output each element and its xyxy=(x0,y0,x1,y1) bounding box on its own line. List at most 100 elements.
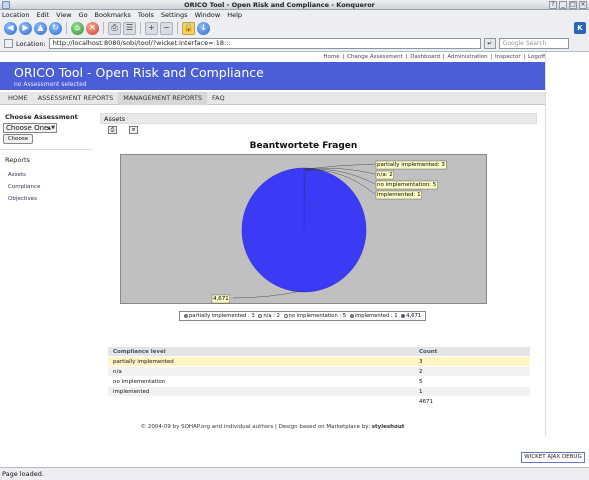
search-input[interactable]: Google Search xyxy=(498,38,569,49)
window-titlebar: ORICO Tool - Open Risk and Compliance - … xyxy=(0,0,589,10)
home-icon[interactable]: ⌂ xyxy=(71,21,84,35)
pie-svg: partially implemented: 3 n/a: 2 no impleme… xyxy=(211,160,447,304)
menu-edit[interactable]: Edit xyxy=(37,11,50,19)
topnav-home[interactable]: Home xyxy=(323,54,339,60)
help-window-button[interactable]: ? xyxy=(549,0,557,9)
footer-credit-link[interactable]: styleshout xyxy=(372,424,405,430)
menu-tools[interactable]: Tools xyxy=(138,11,154,19)
chart-legend: partially implemented : 3 n/a : 2 no imp… xyxy=(179,311,426,321)
stop-icon[interactable]: ✕ xyxy=(86,21,99,35)
pie-label-text: implemented: 1 xyxy=(377,192,421,198)
menu-location[interactable]: Location xyxy=(2,11,30,19)
zoom-out-icon[interactable]: − xyxy=(160,21,173,35)
table-cell: partially implemented xyxy=(113,359,174,365)
table-cell: no implementation xyxy=(113,379,166,385)
assessment-select-value: Choose One xyxy=(6,124,49,132)
window-title: ORICO Tool - Open Risk and Compliance - … xyxy=(184,0,375,9)
legend-swatch xyxy=(184,313,188,318)
table-row: n/a 2 xyxy=(108,367,530,377)
assessment-select[interactable]: Choose One ▲▼ xyxy=(3,123,57,133)
tab-management-reports[interactable]: MANAGEMENT REPORTS xyxy=(118,91,208,105)
menubar: Location Edit View Go Bookmarks Tools Se… xyxy=(0,10,589,20)
table-cell: implemented xyxy=(113,389,150,395)
select-arrows-icon: ▲▼ xyxy=(47,125,55,131)
topnav-change-assessment[interactable]: Change Assessment xyxy=(347,54,403,60)
minimize-window-button[interactable]: _ xyxy=(559,0,567,9)
topnav-separator: | xyxy=(490,54,493,60)
table-cell: 5 xyxy=(419,379,423,385)
legend-entry: n/a : 2 xyxy=(263,313,282,319)
pie-label: 4,671 xyxy=(211,290,303,304)
legend-entry: no implementation : 5 xyxy=(288,313,348,319)
status-text: Page loaded. xyxy=(2,470,44,478)
wicket-ajax-debug-button[interactable]: WICKET AJAX DEBUG xyxy=(521,452,585,463)
pie-label-text: 4,671 xyxy=(213,296,229,302)
menu-settings[interactable]: Settings xyxy=(161,11,188,19)
topnav-administration[interactable]: Administration xyxy=(447,54,487,60)
pie-label-text: partially implemented: 3 xyxy=(377,162,445,168)
print-icon[interactable]: ⎙ xyxy=(108,21,121,35)
sidebar-link-compliance[interactable]: Compliance xyxy=(8,184,92,190)
legend-swatch xyxy=(283,313,288,318)
page-viewport: Home | Change Assessment | Dashboard | A… xyxy=(0,52,589,468)
back-icon[interactable]: ◀ xyxy=(4,21,17,35)
topnav-logoff[interactable]: Logoff xyxy=(528,54,545,60)
tab-assessment-reports[interactable]: ASSESSMENT REPORTS xyxy=(33,92,118,105)
browser-toolbar: ◀ ▶ ▲ ↻ ⌂ ✕ ⎙ ☰ + − 🔒 ↓ xyxy=(0,20,589,36)
url-input[interactable]: http://localhost:8080/sobi/tool/?wicket:… xyxy=(48,38,481,49)
tab-home[interactable]: HOME xyxy=(3,92,33,105)
maximize-window-button[interactable]: □ xyxy=(569,0,577,9)
close-window-button[interactable]: × xyxy=(579,0,587,9)
plot-area: partially implemented: 3 n/a: 2 no impleme… xyxy=(120,154,487,304)
table-header-row: Compliance level Count xyxy=(108,347,530,357)
topnav-separator: | xyxy=(523,54,526,60)
menu-window[interactable]: Window xyxy=(195,11,221,19)
zoom-in-icon[interactable]: + xyxy=(145,21,158,35)
menu-go[interactable]: Go xyxy=(79,11,88,19)
sidebar-link-assets[interactable]: Assets xyxy=(8,172,92,178)
menu-help[interactable]: Help xyxy=(227,11,242,19)
konqueror-icon xyxy=(2,0,10,9)
pie-label-leader xyxy=(304,163,376,170)
assets-panel: Assets ⎙ ≡ Beantwortete Fragen partially… xyxy=(100,113,537,411)
panel-title: Assets xyxy=(100,113,537,124)
menu-bookmarks[interactable]: Bookmarks xyxy=(95,11,131,19)
up-icon[interactable]: ▲ xyxy=(34,21,47,35)
tab-faq[interactable]: FAQ xyxy=(207,92,230,105)
table-cell: n/a xyxy=(113,369,122,375)
compliance-table: Compliance level Count partially impleme… xyxy=(108,347,530,407)
pie-label: partially implemented: 3 xyxy=(304,160,447,170)
export-icon[interactable]: ≡ xyxy=(129,126,138,134)
choose-assessment-heading: Choose Assessment xyxy=(5,113,78,121)
forward-icon[interactable]: ▶ xyxy=(19,21,32,35)
legend-entry: 4,671 xyxy=(406,313,422,319)
pie-label-text: no implementation: 5 xyxy=(377,182,437,188)
legend-entry: partially implemented : 3 xyxy=(189,313,257,319)
pie-label-text: n/a: 2 xyxy=(377,172,393,178)
assessment-status: no Assessment selected xyxy=(14,81,87,88)
status-bar: Page loaded. xyxy=(0,468,589,480)
print-icon[interactable]: ⎙ xyxy=(108,126,117,134)
sidebar-link-objectives[interactable]: Objectives xyxy=(8,196,92,202)
bookmark-icon[interactable]: ☰ xyxy=(123,21,136,35)
table-cell: 2 xyxy=(419,369,423,375)
table-cell: 4671 xyxy=(419,399,433,405)
choose-button[interactable]: Choose xyxy=(3,134,33,144)
topnav-dashboard[interactable]: Dashboard xyxy=(410,54,440,60)
table-row: implemented 1 xyxy=(108,387,530,397)
topnav-inspector[interactable]: Inspector xyxy=(495,54,521,60)
lock-icon[interactable]: 🔒 xyxy=(182,21,195,35)
table-cell: 3 xyxy=(419,359,423,365)
download-icon[interactable]: ↓ xyxy=(197,21,210,35)
table-row: no implementation 5 xyxy=(108,377,530,387)
reload-icon[interactable]: ↻ xyxy=(49,21,62,35)
pie-chart: Beantwortete Fragen partially implemente… xyxy=(120,141,487,321)
location-bar: Location: http://localhost:8080/sobi/too… xyxy=(0,36,589,52)
clear-location-icon[interactable] xyxy=(4,39,13,48)
pie-label-leader xyxy=(232,290,303,299)
menu-view[interactable]: View xyxy=(56,11,71,19)
location-label: Location: xyxy=(16,39,46,48)
topnav-separator: | xyxy=(405,54,408,60)
go-button[interactable]: ↵ xyxy=(483,38,496,49)
table-total-row: 4671 xyxy=(108,397,530,407)
